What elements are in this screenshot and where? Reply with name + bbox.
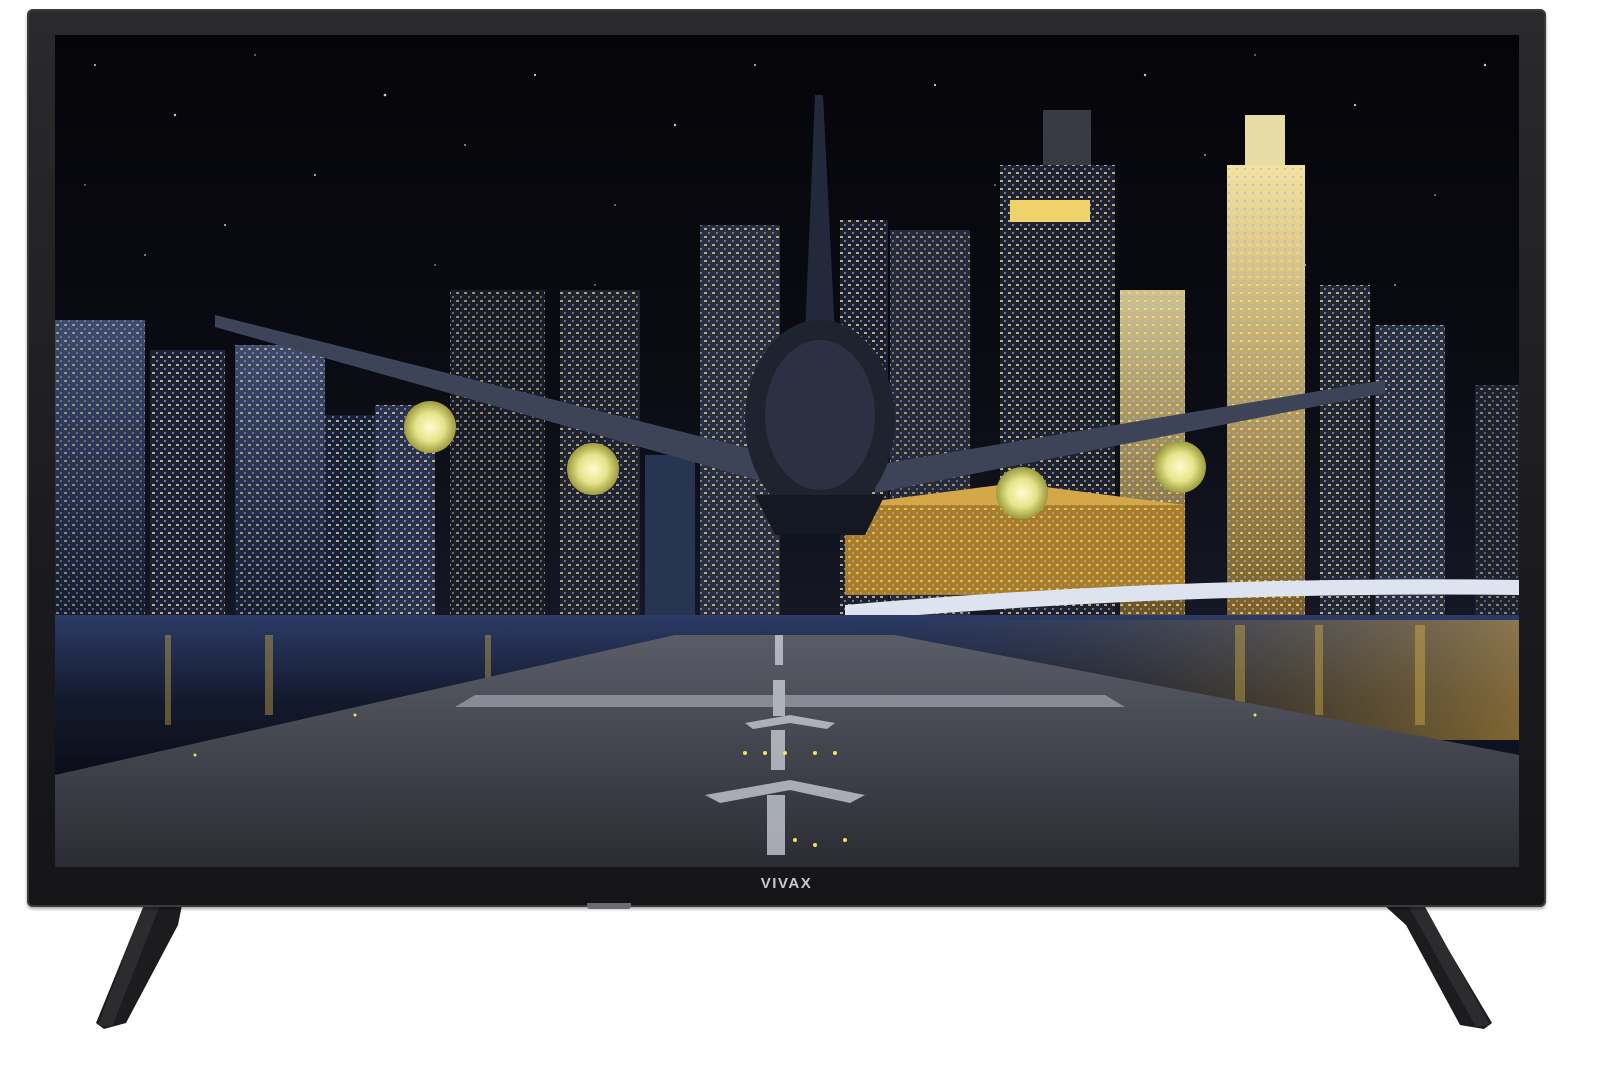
product-photo: VIVAX [0, 0, 1600, 1079]
tv-screen [55, 35, 1519, 867]
tv-bezel: VIVAX [27, 9, 1546, 909]
brand-logo: VIVAX [760, 875, 813, 892]
tv-stand-right [1384, 905, 1492, 1029]
screen-image-night-city-airplane [55, 35, 1519, 867]
tv-stand-left [96, 905, 182, 1029]
ir-sensor [587, 903, 631, 909]
